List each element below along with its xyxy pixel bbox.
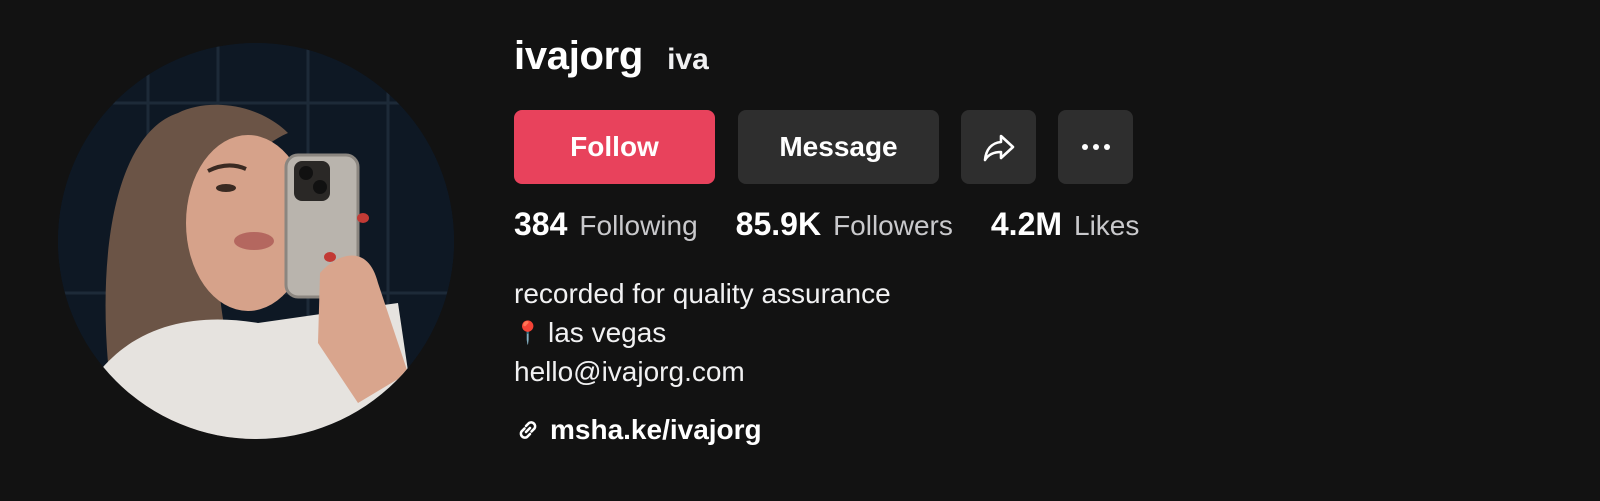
more-horizontal-icon xyxy=(1081,144,1110,150)
likes-label: Likes xyxy=(1074,210,1140,241)
avatar[interactable] xyxy=(58,43,454,439)
bio-location: las vegas xyxy=(548,317,667,348)
following-count: 384 xyxy=(514,206,568,242)
bio-location-line: 📍 las vegas xyxy=(514,313,891,352)
stat-followers[interactable]: 85.9K Followers xyxy=(736,206,953,243)
more-options-button[interactable] xyxy=(1058,110,1133,184)
profile-info: ivajorg iva Follow Message 384 Following… xyxy=(514,0,1574,501)
name-row: ivajorg iva xyxy=(514,34,709,79)
profile-link[interactable]: msha.ke/ivajorg xyxy=(514,414,762,446)
following-label: Following xyxy=(579,210,698,241)
stat-following[interactable]: 384 Following xyxy=(514,206,698,243)
nickname: iva xyxy=(667,43,709,76)
stat-likes: 4.2M Likes xyxy=(991,206,1140,243)
profile-stats: 384 Following 85.9K Followers 4.2M Likes xyxy=(514,206,1177,243)
profile-link-text[interactable]: msha.ke/ivajorg xyxy=(550,414,762,446)
username: ivajorg xyxy=(514,34,644,78)
bio-email: hello@ivajorg.com xyxy=(514,356,745,387)
followers-label: Followers xyxy=(833,210,953,241)
profile-header: ivajorg iva Follow Message 384 Following… xyxy=(0,0,1600,501)
share-arrow-icon xyxy=(983,134,1014,162)
location-pin-icon: 📍 xyxy=(514,320,542,345)
likes-count: 4.2M xyxy=(990,206,1063,242)
follow-button[interactable]: Follow xyxy=(514,110,715,184)
bio-line: recorded for quality assurance xyxy=(514,278,891,309)
message-button[interactable]: Message xyxy=(738,110,939,184)
share-button[interactable] xyxy=(961,110,1036,184)
bio: recorded for quality assurance 📍 las veg… xyxy=(514,274,891,391)
avatar-photo xyxy=(58,43,454,439)
followers-count: 85.9K xyxy=(735,206,822,242)
link-icon xyxy=(519,421,537,439)
